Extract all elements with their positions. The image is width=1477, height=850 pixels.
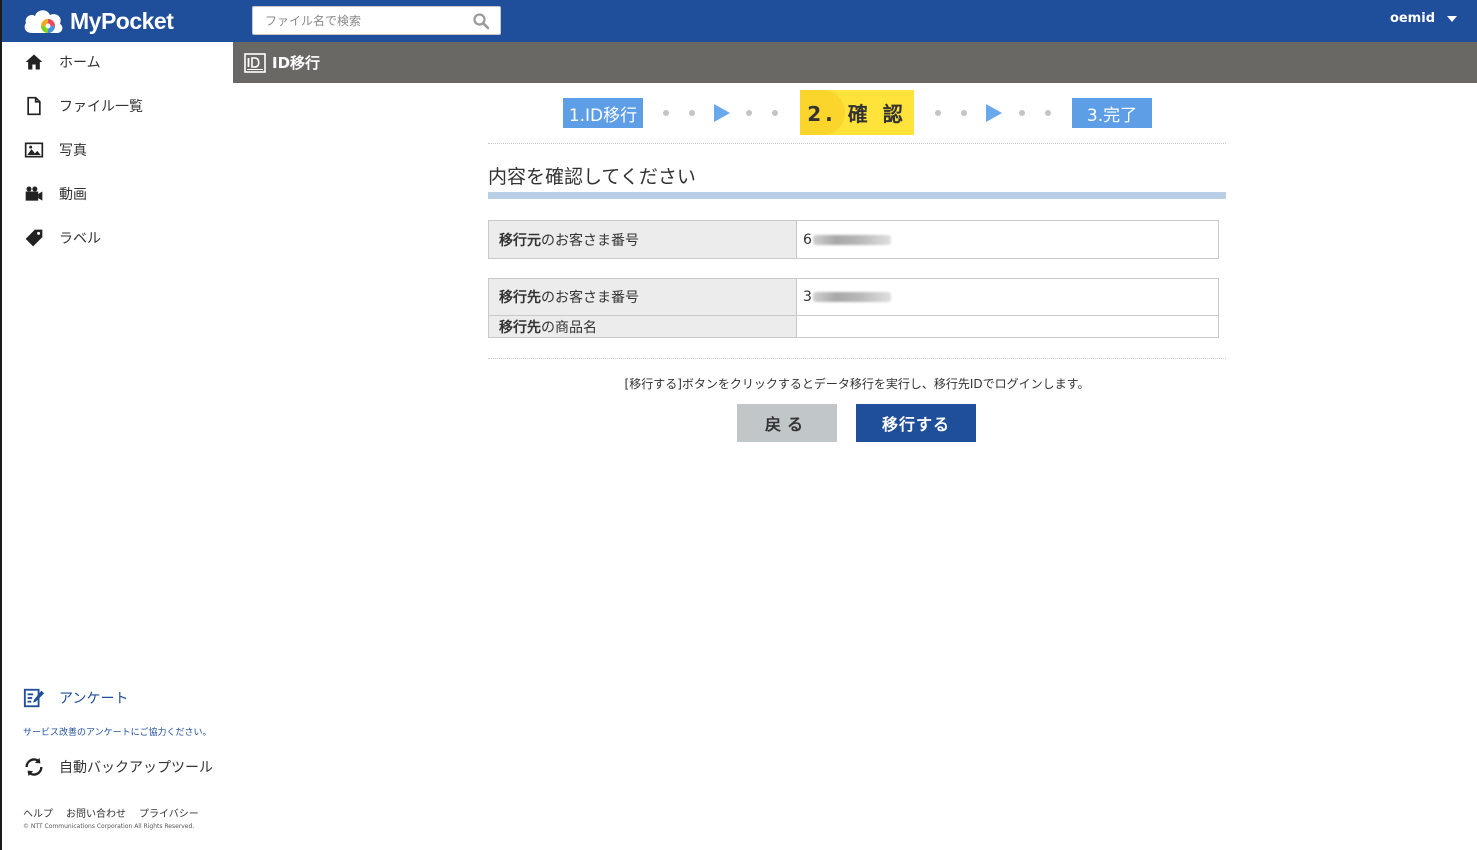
source-info-table: 移行元のお客さま番号 6 [488,220,1219,259]
step-dot [961,110,967,116]
sidebar-item-label: ホーム [59,55,101,71]
migrate-button[interactable]: 移行する [856,404,976,442]
sidebar-item-label: 写真 [59,143,87,159]
sync-icon [22,755,46,779]
step-dot [1019,110,1025,116]
search-box [252,6,501,35]
redacted-value [812,292,891,302]
step-dot [663,110,669,116]
search-input[interactable] [253,7,463,34]
sidebar-item-photos[interactable]: 写真 [22,138,87,162]
tag-icon [22,226,46,250]
destination-info-table: 移行先のお客さま番号 3 移行先の商品名 [488,278,1219,338]
sidebar-item-survey[interactable]: アンケート [22,686,128,710]
sidebar: ホーム ファイル一覧 写真 動画 ラベル アンケート サービス改善のアンケートに… [2,42,233,850]
user-name: oemid [1389,11,1435,26]
dest-product-value [796,315,1219,338]
sidebar-item-label: ファイル一覧 [59,99,143,115]
step-dot [935,110,941,116]
instruction-text: [移行する]ボタンをクリックするとデータ移行を実行し、移行先IDでログインします… [624,377,1090,391]
file-icon [22,94,46,118]
app-logo[interactable]: MyPocket [22,6,174,36]
table-row: 移行元のお客さま番号 6 [488,220,1219,259]
step-2-label: 2. 確 認 [807,102,907,126]
privacy-link[interactable]: プライバシー [139,805,199,820]
survey-edit-icon [22,686,46,710]
step-dot [689,110,695,116]
divider [488,358,1226,359]
help-link[interactable]: ヘルプ [23,805,53,820]
divider [488,143,1226,144]
sidebar-item-label: ラベル [59,231,101,247]
step-dot [772,110,778,116]
caret-down-icon [1447,15,1457,22]
copyright: © NTT Communications Corporation All Rig… [23,823,195,830]
table-row: 移行先のお客さま番号 3 [488,278,1219,316]
home-icon [22,50,46,74]
photo-icon [22,138,46,162]
contact-link[interactable]: お問い合わせ [66,805,126,820]
app-window: MyPocket oemid ホーム ファイル一覧 [0,0,1477,850]
dest-number-label: 移行先のお客さま番号 [488,278,797,316]
step-arrow-icon [986,104,1002,122]
survey-note[interactable]: サービス改善のアンケートにご協力ください。 [23,725,211,738]
sidebar-item-label: 動画 [59,187,87,203]
step-2-confirm: 2. 確 認 [800,90,914,135]
sidebar-item-videos[interactable]: 動画 [22,182,87,206]
redacted-value [812,234,891,245]
video-camera-icon [22,182,46,206]
step-1-id-migration: 1.ID移行 [563,98,643,128]
id-card-icon [244,52,266,73]
step-dot [746,110,752,116]
step-dot [1045,110,1051,116]
page-title: ID移行 [272,54,321,72]
table-row: 移行先の商品名 [488,315,1219,338]
sidebar-item-files[interactable]: ファイル一覧 [22,94,143,118]
page-title-bar: ID移行 [233,42,1477,83]
sidebar-item-backup-tool[interactable]: 自動バックアップツール [22,755,213,779]
source-number-label: 移行元のお客さま番号 [488,220,797,259]
backup-tool-label: 自動バックアップツール [59,760,213,776]
top-header: MyPocket oemid [2,0,1477,42]
source-number-value: 6 [796,220,1219,259]
back-button[interactable]: 戻る [737,404,837,442]
step-3-complete: 3.完了 [1072,98,1152,128]
sidebar-item-home[interactable]: ホーム [22,50,101,74]
search-icon[interactable] [472,12,490,30]
section-underline [488,192,1226,199]
cloud-logo-icon [24,10,63,33]
dest-product-label: 移行先の商品名 [488,315,797,338]
dest-number-value: 3 [796,278,1219,316]
footer-links: ヘルプ お問い合わせ プライバシー [23,805,212,820]
user-menu[interactable]: oemid [1390,11,1457,26]
section-title: 内容を確認してください [488,166,696,188]
app-name: MyPocket [70,7,174,34]
sidebar-item-labels[interactable]: ラベル [22,226,101,250]
step-arrow-icon [714,104,730,122]
survey-label: アンケート [59,691,129,707]
